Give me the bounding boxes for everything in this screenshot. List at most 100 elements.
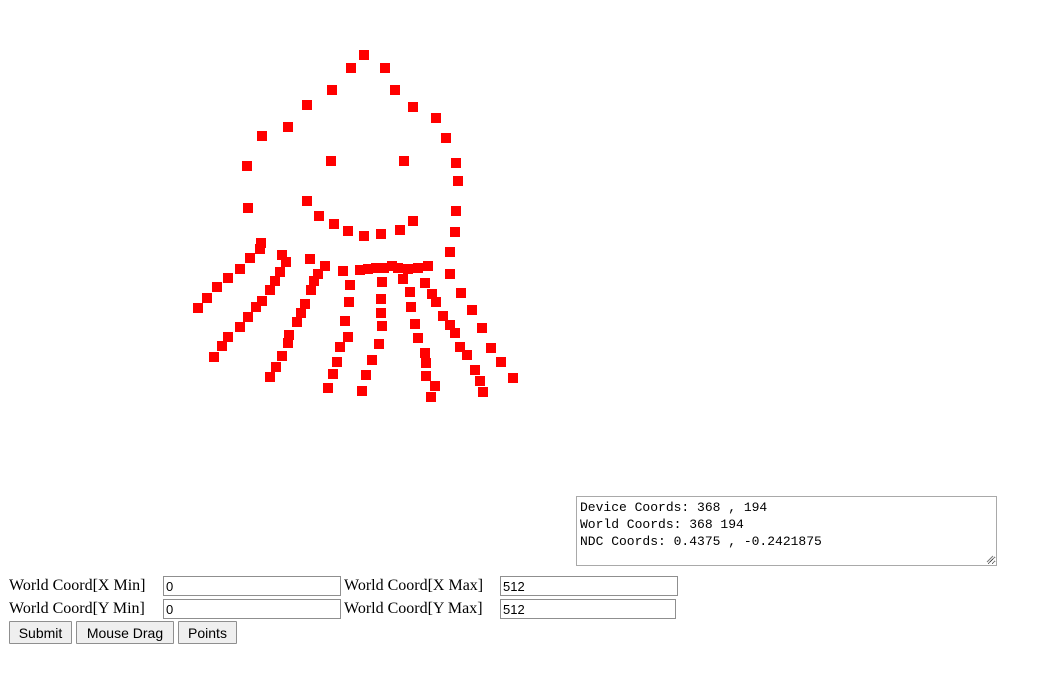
plotted-point (281, 257, 291, 267)
plotted-point (420, 278, 430, 288)
plotted-point (257, 131, 267, 141)
plotted-point (431, 297, 441, 307)
y-max-label: World Coord[Y Max] (344, 600, 483, 617)
plotted-point (265, 285, 275, 295)
plotted-point (212, 282, 222, 292)
plotted-point (323, 383, 333, 393)
plotted-point (328, 369, 338, 379)
plotted-point (283, 338, 293, 348)
plotted-point (243, 203, 253, 213)
plotted-point (300, 299, 310, 309)
points-button[interactable]: Points (178, 621, 237, 644)
plotted-point (340, 316, 350, 326)
plotted-point (344, 297, 354, 307)
submit-button[interactable]: Submit (9, 621, 72, 644)
plotted-point (361, 370, 371, 380)
plotted-point (441, 133, 451, 143)
plotted-point (390, 85, 400, 95)
plotted-point (486, 343, 496, 353)
plotted-point (450, 328, 460, 338)
plotted-point (430, 381, 440, 391)
plotted-point (346, 63, 356, 73)
plotted-point (209, 352, 219, 362)
plotted-point (345, 280, 355, 290)
plotted-point (235, 322, 245, 332)
plotted-point (376, 294, 386, 304)
plotted-point (245, 253, 255, 263)
plotted-point (467, 305, 477, 315)
drawing-canvas[interactable] (0, 0, 560, 480)
plotted-point (376, 229, 386, 239)
plotted-point (335, 342, 345, 352)
plotted-point (374, 339, 384, 349)
plotted-point (377, 277, 387, 287)
plotted-point (243, 312, 253, 322)
plotted-point (477, 323, 487, 333)
plotted-point (275, 267, 285, 277)
plotted-point (271, 362, 281, 372)
plotted-point (223, 273, 233, 283)
plotted-point (302, 100, 312, 110)
plotted-point (450, 227, 460, 237)
plotted-point (408, 102, 418, 112)
plotted-point (265, 372, 275, 382)
plotted-point (251, 302, 261, 312)
y-max-input[interactable] (500, 599, 676, 619)
plotted-point (327, 85, 337, 95)
x-min-input[interactable] (163, 576, 341, 596)
plotted-point (421, 358, 431, 368)
plotted-point (403, 264, 413, 274)
plotted-point (332, 357, 342, 367)
plotted-point (410, 319, 420, 329)
mouse-drag-button[interactable]: Mouse Drag (76, 621, 174, 644)
plotted-point (508, 373, 518, 383)
plotted-point (456, 288, 466, 298)
resize-grip-icon[interactable] (985, 554, 994, 563)
plotted-point (292, 317, 302, 327)
plotted-point (496, 357, 506, 367)
plotted-point (314, 211, 324, 221)
plotted-point (305, 254, 315, 264)
plotted-point (421, 371, 431, 381)
plotted-point (453, 176, 463, 186)
plotted-point (420, 348, 430, 358)
plotted-point (296, 308, 306, 318)
coords-output-textarea[interactable]: Device Coords: 368 , 194 World Coords: 3… (576, 496, 997, 566)
plotted-point (408, 216, 418, 226)
y-min-input[interactable] (163, 599, 341, 619)
plotted-point (462, 350, 472, 360)
y-min-label: World Coord[Y Min] (9, 600, 145, 617)
plotted-point (193, 303, 203, 313)
plotted-point (359, 231, 369, 241)
plotted-point (359, 50, 369, 60)
plotted-point (445, 269, 455, 279)
plotted-point (413, 263, 423, 273)
plotted-point (202, 293, 212, 303)
plotted-point (309, 276, 319, 286)
plotted-point (451, 158, 461, 168)
x-max-input[interactable] (500, 576, 678, 596)
plotted-point (376, 308, 386, 318)
plotted-point (217, 341, 227, 351)
plotted-point (451, 206, 461, 216)
x-max-label: World Coord[X Max] (344, 577, 484, 594)
plotted-point (405, 287, 415, 297)
ndc-coords-line: NDC Coords: 0.4375 , -0.2421875 (580, 534, 822, 549)
plotted-point (438, 311, 448, 321)
plotted-point (399, 156, 409, 166)
plotted-point (329, 219, 339, 229)
plotted-point (302, 196, 312, 206)
plotted-point (395, 225, 405, 235)
plotted-point (242, 161, 252, 171)
plotted-point (406, 302, 416, 312)
plotted-point (398, 274, 408, 284)
plotted-point (377, 321, 387, 331)
plotted-point (343, 332, 353, 342)
plotted-point (380, 63, 390, 73)
plotted-point (470, 365, 480, 375)
plotted-point (283, 122, 293, 132)
plotted-point (306, 285, 316, 295)
plotted-point (326, 156, 336, 166)
plotted-point (475, 376, 485, 386)
plotted-point (478, 387, 488, 397)
